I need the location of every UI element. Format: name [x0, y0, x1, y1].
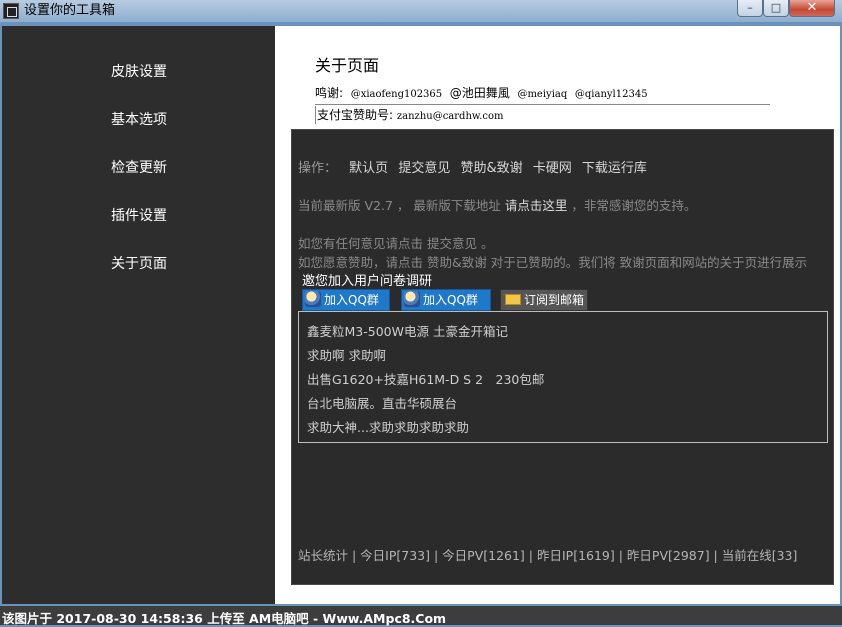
alipay-account: zanzhu@cardhw.com — [396, 111, 504, 122]
sidebar-item-basic[interactable]: 基本选项 — [111, 109, 167, 129]
title-bar[interactable]: 设置你的工具箱 – □ ✕ — [0, 0, 842, 22]
watermark-text: 该图片于 2017-08-30 14:58:36 上传至 AM电脑吧 - Www… — [2, 611, 447, 626]
version-line: 当前最新版 V2.7 ， 最新版下载地址 请点击这里 ，非常感谢您的支持。 — [298, 195, 696, 214]
news-list: 鑫麦粒M3-500W电源 土豪金开箱记 求助啊 求助啊 出售G1620+技嘉H6… — [298, 311, 828, 443]
sidebar-item-about[interactable]: 关于页面 — [111, 253, 167, 273]
thanks-name: @xiaofeng102365 — [350, 89, 443, 100]
sidebar: 皮肤设置 基本选项 检查更新 插件设置 关于页面 — [2, 26, 275, 604]
qq-icon — [305, 291, 321, 307]
qq-icon — [404, 291, 420, 307]
list-item[interactable]: 出售G1620+技嘉H61M-D S 2 230包邮 — [307, 369, 544, 388]
download-link[interactable]: 请点击这里 — [505, 198, 568, 213]
thanks-name: @qianyl12345 — [574, 89, 648, 100]
operations-label: 操作： — [298, 161, 338, 176]
app-window: 设置你的工具箱 – □ ✕ 皮肤设置 基本选项 检查更新 插件设置 关于页面 关… — [0, 0, 842, 606]
list-item[interactable]: 求助大神...求助求助求助求助 — [307, 417, 469, 436]
link-download-runtime[interactable]: 下载运行库 — [582, 161, 647, 176]
thanks-name: @meiyiaq — [517, 89, 568, 100]
page-title: 关于页面 — [315, 56, 380, 75]
alipay-line: 支付宝赞助号: zanzhu@cardhw.com — [315, 106, 504, 124]
list-item[interactable]: 鑫麦粒M3-500W电源 土豪金开箱记 — [307, 321, 508, 340]
join-qq-label: 加入QQ群 — [423, 293, 478, 307]
close-button[interactable]: ✕ — [789, 0, 835, 17]
maximize-button[interactable]: □ — [763, 0, 789, 17]
link-cardhw[interactable]: 卡硬网 — [533, 161, 572, 176]
join-qq-group-button[interactable]: 加入QQ群 — [302, 289, 390, 311]
version-text: 当前最新版 V2.7 ， 最新版下载地址 — [298, 198, 501, 213]
thanks-name: @池田舞風 — [449, 86, 510, 100]
thanks-label: 鸣谢: — [315, 86, 344, 100]
feedback-text: 如您有任何意见请点击 提交意见 。 — [298, 236, 494, 251]
subscribe-email-button[interactable]: 订阅到邮箱 — [500, 289, 588, 311]
version-tail: ，非常感谢您的支持。 — [571, 198, 697, 213]
link-default-page[interactable]: 默认页 — [349, 161, 388, 176]
watermark-bar: 该图片于 2017-08-30 14:58:36 上传至 AM电脑吧 - Www… — [0, 606, 842, 626]
window-title: 设置你的工具箱 — [24, 3, 116, 18]
minimize-button[interactable]: – — [737, 0, 763, 17]
list-item[interactable]: 台北电脑展。直击华硕展台 — [307, 393, 457, 412]
alipay-label: 支付宝赞助号: — [317, 108, 394, 122]
operations-bar: 操作： 默认页 提交意见 赞助&致谢 卡硬网 下载运行库 — [298, 157, 653, 176]
join-qq-label: 加入QQ群 — [324, 293, 379, 307]
sponsor-text: 如您愿意赞助，请点击 赞助&致谢 对于已赞助的。我们将 致谢页面和网站的关于页进… — [298, 255, 808, 270]
site-stats: 站长统计 | 今日IP[733] | 今日PV[1261] | 昨日IP[161… — [298, 548, 798, 563]
subscribe-label: 订阅到邮箱 — [524, 293, 585, 307]
sidebar-item-skin[interactable]: 皮肤设置 — [111, 61, 167, 81]
sidebar-item-plugins[interactable]: 插件设置 — [111, 205, 167, 225]
thanks-line: 鸣谢: @xiaofeng102365 @池田舞風 @meiyiaq @qian… — [315, 84, 648, 101]
survey-link[interactable]: 邀您加入用户问卷调研 — [302, 270, 432, 289]
list-item[interactable]: 求助啊 求助啊 — [307, 345, 386, 364]
link-submit-feedback[interactable]: 提交意见 — [398, 161, 450, 176]
link-sponsor-thanks[interactable]: 赞助&致谢 — [460, 161, 522, 176]
app-icon — [3, 3, 19, 19]
envelope-icon — [505, 294, 521, 305]
join-qq-group-button-2[interactable]: 加入QQ群 — [401, 289, 491, 311]
info-panel: 操作： 默认页 提交意见 赞助&致谢 卡硬网 下载运行库 当前最新版 V2.7 … — [291, 129, 834, 585]
divider — [315, 104, 770, 105]
main-content: 关于页面 鸣谢: @xiaofeng102365 @池田舞風 @meiyiaq … — [275, 26, 840, 604]
sidebar-item-update[interactable]: 检查更新 — [111, 157, 167, 177]
